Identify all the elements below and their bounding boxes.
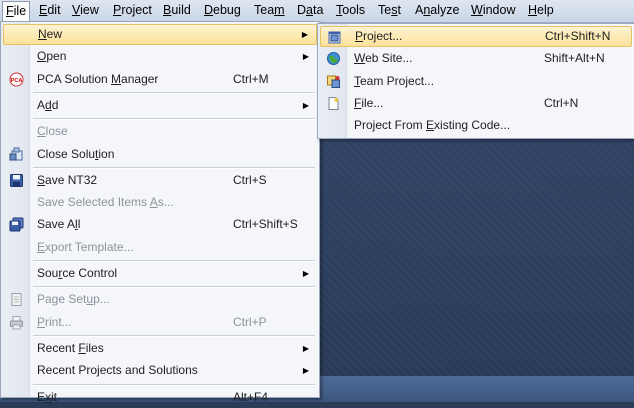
submenu-item-label: Web Site... [354,51,413,66]
menu-item-shortcut: Ctrl+P [233,314,267,329]
menu-item-label: Exit [37,389,58,404]
menu-item-export-template: Export Template... [3,237,317,258]
menu-separator [33,383,315,385]
save-all-icon [9,217,24,232]
menu-separator [33,91,315,93]
menu-item-print: Print... Ctrl+P [3,312,317,333]
submenu-arrow-icon: ▶ [302,269,309,278]
menu-item-page-setup: Page Setup... [3,289,317,310]
submenu-item-label: Team Project... [354,73,435,88]
svg-text:PCA: PCA [11,78,23,84]
submenu-arrow-icon: ▶ [302,343,309,353]
menu-item-recent-projects-and-solutions[interactable]: Recent Projects and Solutions ▶ [3,360,317,381]
page-setup-icon [9,292,24,307]
menu-team[interactable]: Team [251,2,288,19]
menu-edit[interactable]: Edit [36,2,64,19]
menu-test[interactable]: Test [375,2,404,19]
menu-bar: File Edit View Project Build Debug Team Data Too… [0,0,634,23]
menu-separator [33,118,315,120]
menu-item-source-control[interactable]: Source Control ▶ [3,263,317,284]
menu-item-label: Close Solution [37,146,115,161]
menu-item-add[interactable]: Add ▶ [3,95,317,116]
submenu-arrow-icon: ▶ [302,100,309,110]
menu-item-shortcut: Ctrl+S [233,172,267,187]
menu-tools[interactable]: Tools [333,2,368,19]
submenu-item-project[interactable]: Project... Ctrl+Shift+N [320,26,632,47]
menu-separator [33,260,315,261]
menu-item-close: Close [3,121,317,142]
menu-item-save-nt32[interactable]: Save NT32 Ctrl+S [3,170,317,191]
menu-item-label: Export Template... [37,239,134,254]
submenu-arrow-icon: ▶ [302,52,309,62]
menu-item-label: Add [37,97,59,112]
pca-icon: PCA [9,72,24,87]
menu-item-label: Recent Projects and Solutions [37,363,198,378]
menu-item-label: Close [37,124,68,139]
submenu-item-file[interactable]: File... Ctrl+N [320,93,632,114]
menu-item-close-solution[interactable]: Close Solution [3,144,317,165]
menu-item-label: New [38,27,63,41]
menu-window[interactable]: Window [468,2,518,19]
new-project-icon [327,30,342,45]
print-icon [9,315,24,330]
menu-item-label: Print... [37,314,72,329]
menu-project[interactable]: Project [110,2,155,19]
submenu-item-shortcut: Shift+Alt+N [544,51,605,66]
submenu-item-label: Project From Existing Code... [354,118,511,133]
submenu-item-shortcut: Ctrl+Shift+N [545,29,611,43]
file-menu: New ▶ Open ▶ PCA PCA Solution Manager Ctrl+M Ad… [0,21,320,404]
menu-item-label: Open [37,49,67,64]
menu-item-label: Page Setup... [37,292,110,307]
menu-item-shortcut: Ctrl+M [233,71,269,86]
new-file-icon [326,96,341,111]
menu-separator [33,334,315,336]
menu-item-label: Source Control [37,266,118,280]
menu-analyze[interactable]: Analyze [412,2,462,19]
menu-item-save-selected-items-as: Save Selected Items As... [3,192,317,213]
web-site-icon [326,51,341,66]
submenu-item-web-site[interactable]: Web Site... Shift+Alt+N [320,48,632,69]
menu-data[interactable]: Data [294,2,326,19]
menu-item-pca-solution-manager[interactable]: PCA PCA Solution Manager Ctrl+M [3,69,317,90]
menu-item-new[interactable]: New ▶ [3,24,317,45]
menu-debug[interactable]: Debug [201,2,244,19]
submenu-item-label: Project... [355,29,403,43]
menu-item-exit[interactable]: Exit Alt+F4 [3,387,317,408]
menu-item-label: Recent Files [37,340,104,355]
menu-build[interactable]: Build [160,2,194,19]
submenu-arrow-icon: ▶ [302,366,309,376]
menu-view[interactable]: View [69,2,102,19]
menu-item-label: Save NT32 [37,172,98,187]
menu-item-save-all[interactable]: Save All Ctrl+Shift+S [3,214,317,235]
menu-separator [33,166,315,168]
menu-item-shortcut: Alt+F4 [233,389,269,404]
menu-item-recent-files[interactable]: Recent Files ▶ [3,338,317,359]
menu-item-label: PCA Solution Manager [37,71,159,86]
submenu-item-team-project[interactable]: Team Project... [320,71,632,92]
menu-item-label: Save Selected Items As... [37,195,174,210]
submenu-item-shortcut: Ctrl+N [544,95,579,110]
team-project-icon [326,74,341,89]
submenu-item-project-from-existing-code[interactable]: Project From Existing Code... [320,115,632,136]
menu-help[interactable]: Help [525,2,557,19]
submenu-arrow-icon: ▶ [301,30,308,39]
close-solution-icon [9,147,24,162]
new-submenu: Project... Ctrl+Shift+N Web Site... Shift+A… [317,23,634,139]
menu-item-shortcut: Ctrl+Shift+S [233,217,298,232]
submenu-item-label: File... [354,95,384,110]
menu-item-label: Save All [37,217,81,232]
menu-file[interactable]: File [2,1,31,22]
menu-separator [33,286,315,288]
menu-item-open[interactable]: Open ▶ [3,46,317,67]
save-icon [9,173,24,188]
